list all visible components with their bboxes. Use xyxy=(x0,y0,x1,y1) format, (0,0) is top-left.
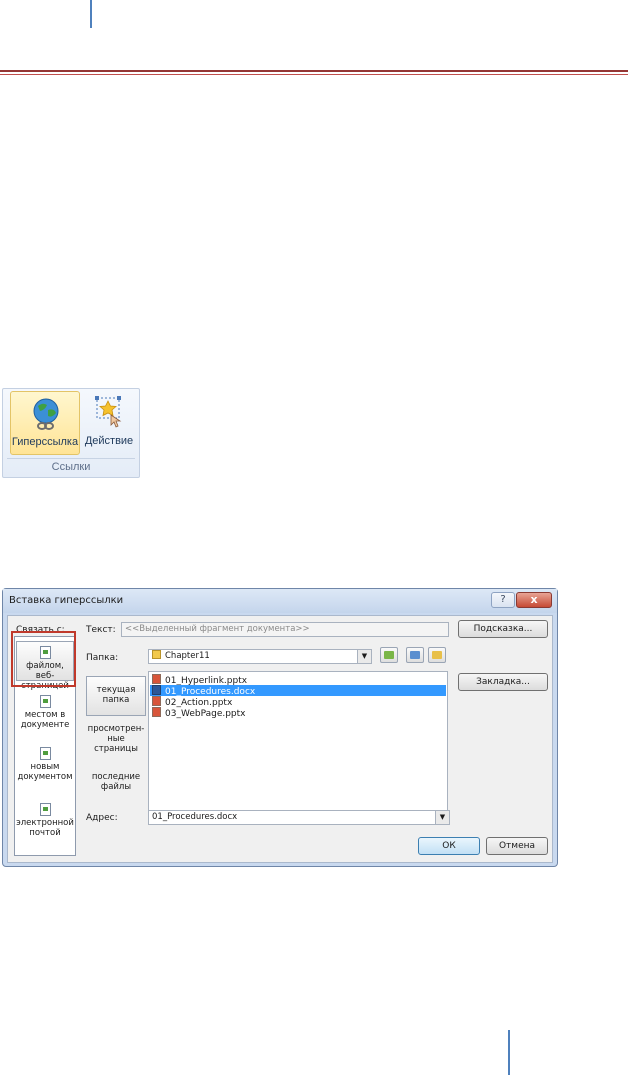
header-rule xyxy=(0,70,628,72)
header-rule-thin xyxy=(0,74,628,75)
list-item[interactable]: 02_Action.pptx xyxy=(150,696,446,708)
address-label: Адрес: xyxy=(86,813,118,823)
close-icon[interactable]: x xyxy=(516,592,552,608)
folder-icon xyxy=(152,650,161,659)
text-to-display-input[interactable]: <<Выделенный фрагмент документа>> xyxy=(121,622,449,637)
email-icon xyxy=(39,803,51,816)
file-list: 01_Hyperlink.pptx 01_Procedures.docx 02_… xyxy=(148,671,448,819)
link-to-place-in-document[interactable]: местом в документе xyxy=(16,695,74,730)
action-star-icon xyxy=(95,396,122,428)
link-to-email[interactable]: электронной почтой xyxy=(16,803,74,838)
action-button[interactable]: Действие xyxy=(81,391,137,455)
ok-button[interactable]: ОК xyxy=(418,837,480,855)
address-value: 01_Procedures.docx xyxy=(152,812,238,822)
browsed-pages-tab[interactable]: просмотрен-ные страницы xyxy=(86,724,146,754)
address-input[interactable]: 01_Procedures.docx ▼ xyxy=(148,810,450,825)
chevron-down-icon[interactable]: ▼ xyxy=(357,650,371,663)
page-margin-mark xyxy=(90,0,92,28)
dialog-title: Вставка гиперссылки xyxy=(9,595,124,606)
group-separator xyxy=(7,458,135,459)
link-to-new-label: новым документом xyxy=(17,762,73,782)
dialog-titlebar: Вставка гиперссылки ? x xyxy=(3,589,557,613)
help-icon[interactable]: ? xyxy=(491,592,515,608)
browse-file-icon[interactable] xyxy=(428,647,446,663)
pptx-file-icon xyxy=(152,707,161,717)
link-to-place-label: местом в документе xyxy=(20,710,70,730)
browse-web-icon[interactable] xyxy=(406,647,424,663)
pptx-file-icon xyxy=(152,696,161,706)
place-in-document-icon xyxy=(39,695,51,708)
folder-value: Chapter11 xyxy=(165,651,210,661)
action-label: Действие xyxy=(84,435,134,447)
screentip-button[interactable]: Подсказка... xyxy=(458,620,548,638)
group-label: Ссылки xyxy=(51,461,91,473)
page-margin-mark-bottom xyxy=(508,1030,510,1075)
highlight-box xyxy=(11,631,76,687)
chevron-down-icon[interactable]: ▼ xyxy=(435,811,449,824)
globe-link-icon xyxy=(33,398,59,430)
insert-hyperlink-dialog: Вставка гиперссылки ? x Связать с: Текст… xyxy=(2,588,558,867)
current-folder-tab[interactable]: текущая папка xyxy=(86,676,146,716)
new-document-icon xyxy=(39,747,51,760)
folder-select[interactable]: Chapter11 ▼ xyxy=(148,649,372,664)
file-name: 03_WebPage.pptx xyxy=(165,709,246,719)
recent-files-tab[interactable]: последние файлы xyxy=(86,772,146,792)
up-folder-icon[interactable] xyxy=(380,647,398,663)
look-in-panel: текущая папка просмотрен-ные страницы по… xyxy=(86,672,148,822)
text-label: Текст: xyxy=(86,625,116,635)
bookmark-button[interactable]: Закладка... xyxy=(458,673,548,691)
list-item-selected[interactable]: 01_Procedures.docx xyxy=(150,685,446,697)
docx-file-icon xyxy=(152,685,161,695)
link-to-new-document[interactable]: новым документом xyxy=(16,747,74,782)
hyperlink-label: Гиперссылка xyxy=(11,436,79,448)
folder-label: Папка: xyxy=(86,653,119,663)
list-item[interactable]: 01_Hyperlink.pptx xyxy=(150,674,446,686)
list-item[interactable]: 03_WebPage.pptx xyxy=(150,707,446,719)
link-to-email-label: электронной почтой xyxy=(16,818,74,838)
pptx-file-icon xyxy=(152,674,161,684)
ribbon-links-group: Гиперссылка Действие Ссылки xyxy=(2,388,140,478)
dialog-body: Связать с: Текст: <<Выделенный фрагмент … xyxy=(7,615,553,863)
cancel-button[interactable]: Отмена xyxy=(486,837,548,855)
hyperlink-button[interactable]: Гиперссылка xyxy=(10,391,80,455)
